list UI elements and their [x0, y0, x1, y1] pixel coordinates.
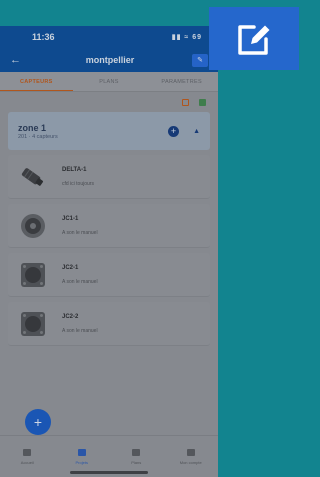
list-item[interactable]: JC2-2 A son le manuel — [8, 302, 210, 346]
list-item[interactable]: DELTA-1 cfd ici toujours — [8, 155, 210, 199]
zone-title: zone 1 — [18, 122, 47, 133]
edit-icon — [238, 24, 270, 55]
nav-label: Accueil — [20, 459, 34, 465]
sensor-description: A son le manuel — [62, 278, 98, 285]
list-item[interactable]: JC1-1 A son le manuel — [8, 204, 210, 248]
square-sensor-icon — [18, 260, 48, 290]
edit-small-button[interactable]: ✎ — [192, 53, 208, 67]
sensor-name: JC1-1 — [62, 215, 79, 222]
nav-label: Projets — [75, 459, 88, 465]
nav-label: Mon compte — [179, 459, 202, 465]
list-item[interactable]: JC2-1 A son le manuel — [8, 253, 210, 297]
status-icons: ▮▮ ≈ 69 — [171, 34, 202, 41]
list-toolbar — [0, 92, 218, 112]
sensor-description: A son le manuel — [62, 229, 98, 236]
sensor-name: DELTA-1 — [62, 166, 87, 173]
status-time: 11:36 — [32, 32, 55, 42]
briefcase-icon — [77, 448, 86, 456]
add-sensor-button[interactable]: + — [168, 125, 180, 137]
user-icon — [186, 448, 195, 456]
round-sensor-icon — [18, 211, 48, 241]
sensor-name: JC2-2 — [62, 313, 79, 320]
tab-plans[interactable]: PLANS — [73, 72, 146, 91]
sensor-name: JC2-1 — [62, 264, 79, 271]
zone-header[interactable]: zone 1 201 · 4 capteurs + ▲ — [8, 112, 210, 150]
sensor-description: cfd ici toujours — [62, 180, 94, 187]
square-sensor-icon — [18, 309, 48, 339]
back-arrow-icon[interactable]: ← — [10, 54, 28, 66]
app-bar: ← montpellier ✎ — [0, 48, 218, 72]
home-indicator — [70, 471, 148, 474]
edit-list-icon[interactable] — [182, 98, 189, 106]
chevron-up-icon[interactable]: ▲ — [193, 128, 200, 135]
home-icon — [23, 448, 32, 456]
status-bar: 11:36 ▮▮ ≈ 69 — [0, 26, 218, 48]
zone-subtitle: 201 · 4 capteurs — [18, 133, 58, 140]
nav-item-compte[interactable]: Mon compte — [164, 436, 219, 477]
tab-bar: CAPTEURS PLANS PARAMETRES — [0, 72, 218, 92]
pencil-icon: ✎ — [197, 57, 203, 64]
phone-screen: 11:36 ▮▮ ≈ 69 ← montpellier ✎ CAPTEURS P… — [0, 26, 218, 477]
tab-parametres[interactable]: PARAMETRES — [145, 72, 218, 91]
add-fab-button[interactable]: + — [25, 409, 51, 435]
grid-view-icon[interactable] — [199, 98, 206, 106]
delta-sensor-icon — [18, 162, 48, 192]
sensor-description: A son le manuel — [62, 327, 98, 334]
tab-capteurs[interactable]: CAPTEURS — [0, 72, 73, 91]
edit-button[interactable] — [209, 7, 299, 70]
nav-label: Plans — [131, 459, 142, 465]
calendar-icon — [132, 448, 141, 456]
page-title: montpellier — [85, 55, 135, 65]
nav-item-accueil[interactable]: Accueil — [0, 436, 55, 477]
plus-icon: + — [33, 414, 43, 430]
